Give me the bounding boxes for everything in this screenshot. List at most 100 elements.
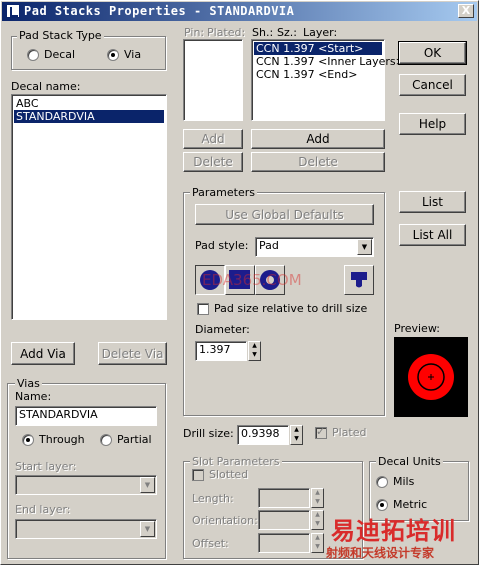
- decal-list[interactable]: ABC STANDARDVIA: [11, 94, 167, 320]
- drill-size-value: 0.9398: [241, 427, 280, 440]
- via-radio-label: Via: [124, 48, 142, 61]
- pin-list[interactable]: [183, 39, 243, 121]
- pad-stack-type-label: Pad Stack Type: [17, 29, 104, 42]
- plated-checkbox[interactable]: [315, 425, 327, 439]
- pad-preview-icon: [408, 354, 454, 400]
- thermal-pad-icon: [351, 272, 367, 288]
- use-global-defaults-label: Use Global Defaults: [225, 207, 344, 222]
- list-all-button[interactable]: List All: [399, 224, 466, 246]
- length-spinner[interactable]: ▲ ▼: [311, 488, 324, 508]
- watermark-logo-title: 易迪拓培训: [331, 517, 456, 545]
- preview-canvas: [394, 337, 468, 417]
- add-via-button[interactable]: Add Via: [11, 342, 75, 365]
- pin-header: Pin:: [184, 26, 205, 39]
- spin-up-icon[interactable]: ▲: [312, 511, 323, 520]
- via-name-label: Name:: [15, 390, 52, 403]
- metric-radio-label: Metric: [393, 498, 428, 511]
- slotted-label: Slotted: [209, 468, 249, 481]
- plated-label: Plated: [332, 426, 367, 439]
- layer-list[interactable]: CCN 1.397 <Start> CCN 1.397 <Inner Layer…: [251, 39, 405, 121]
- decal-radio-label: Decal: [44, 48, 76, 61]
- decal-list-item[interactable]: ABC: [14, 97, 164, 110]
- layer-list-item[interactable]: CCN 1.397 <Inner Layers>: [254, 55, 405, 68]
- length-field[interactable]: [258, 488, 310, 508]
- slot-parameters-label: Slot Parameters: [190, 455, 282, 468]
- spin-down-icon[interactable]: ▼: [312, 498, 323, 507]
- cancel-label: Cancel: [412, 78, 453, 92]
- spin-up-icon[interactable]: ▲: [249, 342, 260, 351]
- spin-down-icon[interactable]: ▼: [312, 543, 323, 552]
- close-button[interactable]: X: [458, 4, 474, 18]
- end-layer-dropdown[interactable]: ▼: [15, 519, 157, 539]
- pad-relative-checkbox[interactable]: [197, 303, 209, 315]
- partial-radio-label: Partial: [117, 433, 152, 446]
- shape-header: Sh.:: [252, 26, 274, 39]
- ok-label: OK: [423, 46, 442, 60]
- cancel-button[interactable]: Cancel: [399, 74, 466, 96]
- use-global-defaults-button[interactable]: Use Global Defaults: [195, 204, 374, 225]
- pin-add-button[interactable]: Add: [183, 129, 243, 149]
- title-bar[interactable]: Pad Stacks Properties - STANDARDVIA X: [2, 2, 477, 21]
- through-radio[interactable]: [22, 434, 34, 446]
- partial-radio[interactable]: [100, 434, 112, 446]
- mils-radio-label: Mils: [393, 475, 415, 488]
- list-button[interactable]: List: [399, 191, 466, 213]
- delete-via-button[interactable]: Delete Via: [98, 342, 167, 365]
- via-name-value: STANDARDVIA: [19, 408, 98, 421]
- pin-delete-button[interactable]: Delete: [183, 152, 243, 172]
- layer-list-item-selected[interactable]: CCN 1.397 <Start>: [254, 42, 382, 55]
- parameters-label: Parameters: [190, 186, 257, 199]
- diameter-label: Diameter:: [195, 323, 250, 336]
- chevron-down-icon: ▼: [357, 239, 372, 255]
- spin-down-icon[interactable]: ▼: [312, 520, 323, 529]
- layer-delete-button[interactable]: Delete: [251, 152, 385, 172]
- custom-shape-button[interactable]: [344, 265, 374, 295]
- spin-up-icon[interactable]: ▲: [291, 426, 302, 435]
- preview-label: Preview:: [394, 322, 440, 335]
- diameter-field[interactable]: 1.397: [195, 341, 247, 361]
- metric-radio[interactable]: [376, 499, 388, 511]
- drill-size-field[interactable]: 0.9398: [237, 425, 289, 445]
- start-layer-dropdown[interactable]: ▼: [15, 475, 157, 495]
- via-name-field[interactable]: STANDARDVIA: [15, 406, 157, 426]
- start-layer-label: Start layer:: [15, 460, 77, 473]
- drill-size-spinner[interactable]: ▲ ▼: [290, 425, 303, 445]
- pad-style-dropdown[interactable]: Pad ▼: [255, 237, 374, 257]
- spin-down-icon[interactable]: ▼: [291, 435, 302, 444]
- pad-relative-label: Pad size relative to drill size: [214, 302, 368, 315]
- orientation-label: Orientation:: [192, 514, 258, 527]
- diameter-value: 1.397: [199, 343, 231, 356]
- list-all-label: List All: [412, 228, 453, 242]
- mils-radio[interactable]: [376, 476, 388, 488]
- decal-list-item-selected[interactable]: STANDARDVIA: [14, 110, 164, 123]
- size-header: Sz.:: [277, 26, 297, 39]
- plated-header: Plated:: [207, 26, 246, 39]
- slotted-checkbox[interactable]: [192, 469, 204, 481]
- decal-radio[interactable]: [27, 49, 39, 61]
- via-radio[interactable]: [107, 49, 119, 61]
- layer-delete-label: Delete: [298, 155, 338, 169]
- orientation-spinner[interactable]: ▲ ▼: [311, 510, 324, 530]
- length-label: Length:: [192, 492, 234, 505]
- orientation-field[interactable]: [258, 510, 310, 530]
- spin-up-icon[interactable]: ▲: [312, 534, 323, 543]
- ok-button[interactable]: OK: [398, 41, 467, 65]
- spin-up-icon[interactable]: ▲: [312, 489, 323, 498]
- pin-add-label: Add: [201, 132, 225, 146]
- drill-size-label: Drill size:: [183, 427, 234, 440]
- offset-field[interactable]: [258, 533, 310, 553]
- diameter-spinner[interactable]: ▲ ▼: [248, 341, 261, 361]
- vias-group-label: Vias: [15, 377, 42, 390]
- window-title: Pad Stacks Properties - STANDARDVIA: [24, 4, 295, 18]
- list-label: List: [422, 195, 443, 209]
- app-icon: [6, 4, 20, 18]
- pad-stacks-dialog: Pad Stacks Properties - STANDARDVIA X Pa…: [0, 0, 479, 565]
- layer-list-item[interactable]: CCN 1.397 <End>: [254, 68, 382, 81]
- layer-add-button[interactable]: Add: [251, 129, 385, 149]
- spin-down-icon[interactable]: ▼: [249, 351, 260, 360]
- chevron-down-icon: ▼: [140, 521, 155, 537]
- help-button[interactable]: Help: [399, 113, 466, 135]
- watermark-logo-subtitle: 射频和天线设计专家: [326, 546, 435, 560]
- through-radio-label: Through: [39, 433, 85, 446]
- offset-spinner[interactable]: ▲ ▼: [311, 533, 324, 553]
